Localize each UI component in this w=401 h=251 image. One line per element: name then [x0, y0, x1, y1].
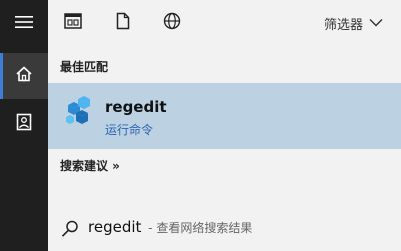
document-icon: [116, 12, 130, 34]
search-icon: [60, 219, 80, 239]
windows-search-panel: 筛选器 最佳匹配 regedit 运行命令 搜索建议 » regedit - 查…: [0, 0, 401, 251]
menu-button[interactable]: [0, 0, 48, 46]
search-suggestion-item[interactable]: regedit - 查看网络搜索结果: [48, 212, 401, 248]
home-icon: [15, 65, 33, 87]
hamburger-menu-icon: [15, 14, 33, 33]
documents-button[interactable]: [0, 101, 48, 147]
suggestion-hint: - 查看网络搜索结果: [148, 221, 253, 235]
suggestion-text: regedit - 查看网络搜索结果: [88, 218, 252, 236]
documents-icon: [16, 113, 32, 135]
filter-label: 筛选器: [323, 17, 363, 33]
documents-filter-button[interactable]: [112, 12, 134, 34]
registry-editor-icon: [62, 93, 98, 129]
category-toolbar: 筛选器: [48, 0, 401, 46]
left-rail: [0, 0, 48, 251]
apps-icon: [64, 13, 82, 33]
best-match-name: regedit: [105, 98, 167, 116]
best-match-result[interactable]: regedit 运行命令: [48, 83, 401, 149]
home-button[interactable]: [0, 53, 48, 99]
web-icon: [163, 12, 181, 34]
web-filter-button[interactable]: [161, 12, 183, 34]
best-match-heading: 最佳匹配: [60, 60, 109, 74]
filter-dropdown[interactable]: 筛选器: [324, 12, 383, 34]
suggestion-query: regedit: [88, 218, 142, 236]
apps-filter-button[interactable]: [62, 12, 84, 34]
search-suggestions-heading: 搜索建议 »: [60, 159, 120, 173]
chevron-down-icon: [369, 16, 383, 31]
best-match-subtitle: 运行命令: [105, 123, 154, 137]
search-results-panel: 筛选器 最佳匹配 regedit 运行命令 搜索建议 » regedit - 查…: [48, 0, 401, 251]
